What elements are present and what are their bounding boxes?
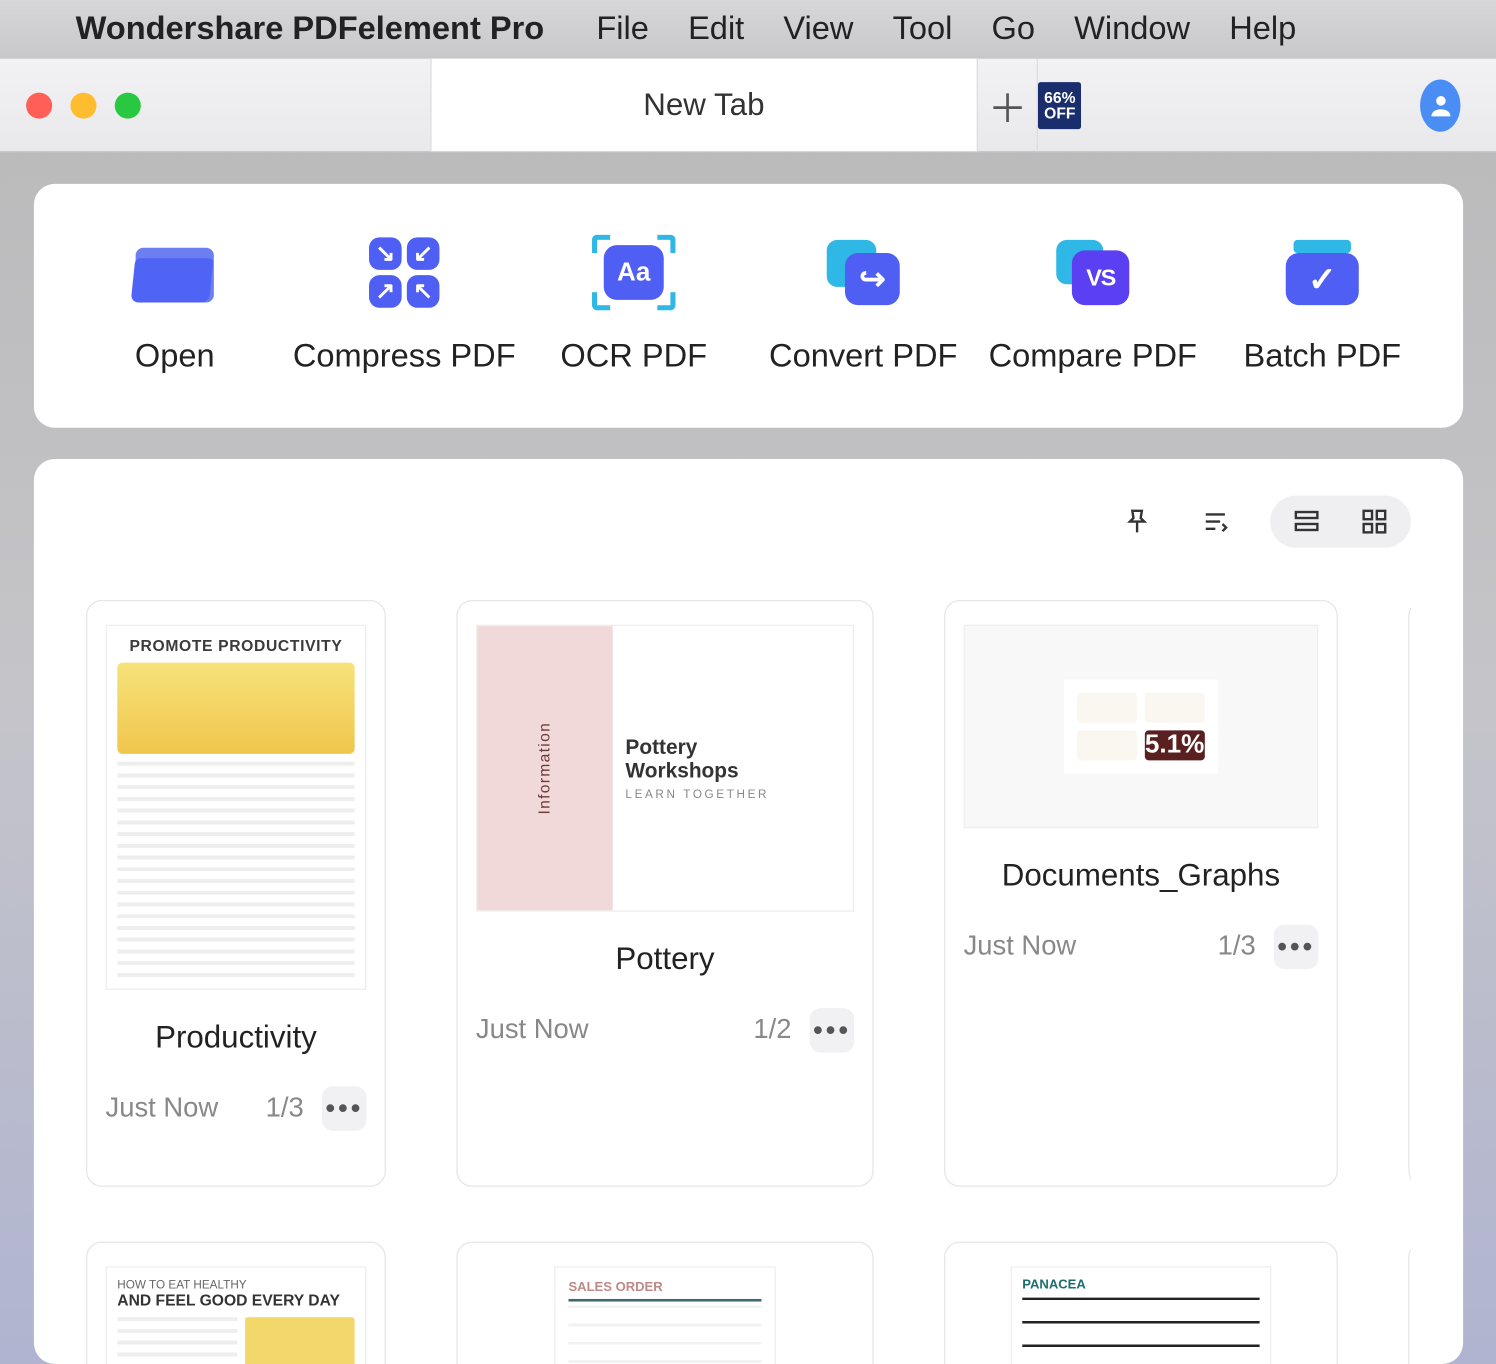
action-ocr[interactable]: Aa OCR PDF xyxy=(519,236,749,376)
action-compress[interactable]: ↘↙↗↖ Compress PDF xyxy=(289,236,519,376)
document-card[interactable]: PROMOTE PRODUCTIVITY productivity Modern… xyxy=(1408,600,1411,1187)
list-view-icon xyxy=(1292,507,1321,536)
document-card[interactable]: HOW TO EAT HEALTHY AND FEEL GOOD EVERY D… xyxy=(86,1241,386,1364)
promo-badge[interactable]: 66% OFF xyxy=(1039,82,1081,129)
promo-line1: 66% xyxy=(1044,89,1075,105)
batch-icon: ✓ xyxy=(1283,236,1361,309)
action-batch[interactable]: ✓ Batch PDF xyxy=(1208,236,1438,376)
compare-icon: VS xyxy=(1054,236,1132,309)
grid-view-icon xyxy=(1360,507,1389,536)
action-convert-label: Convert PDF xyxy=(769,338,957,376)
document-meta: Just Now 1/3 ••• xyxy=(964,925,1319,969)
document-thumbnail: HOW TO EAT HEALTHY AND FEEL GOOD EVERY D… xyxy=(106,1266,367,1364)
thumb-title2: Workshops xyxy=(625,760,839,783)
thumb-sub: LEARN TOGETHER xyxy=(625,787,839,800)
macos-menubar: Wondershare PDFelement Pro File Edit Vie… xyxy=(0,0,1496,59)
tab-label: New Tab xyxy=(643,87,764,124)
action-compare-label: Compare PDF xyxy=(989,338,1197,376)
documents-grid: PROMOTE PRODUCTIVITY Productivity Just N… xyxy=(86,600,1411,1364)
document-pages: 1/3 xyxy=(266,1093,304,1124)
menu-go[interactable]: Go xyxy=(992,10,1036,48)
document-thumbnail: 5.1% xyxy=(964,625,1319,828)
quick-actions-panel: Open ↘↙↗↖ Compress PDF Aa OCR PDF ↪ Conv… xyxy=(34,184,1463,428)
sort-icon xyxy=(1201,507,1230,536)
menu-file[interactable]: File xyxy=(596,10,649,48)
document-pages: 1/3 xyxy=(1218,931,1256,962)
convert-icon: ↪ xyxy=(824,236,902,309)
sort-button[interactable] xyxy=(1192,498,1239,545)
document-card[interactable]: PROMOTE PRODUCTIVITY Productivity Just N… xyxy=(86,600,386,1187)
pin-button[interactable] xyxy=(1114,498,1161,545)
view-toggle xyxy=(1270,496,1411,548)
user-icon xyxy=(1426,91,1455,120)
compress-icon: ↘↙↗↖ xyxy=(365,236,443,309)
minimize-window-button[interactable] xyxy=(70,92,96,118)
document-thumbnail: PROMOTE PRODUCTIVITY xyxy=(106,625,367,990)
menu-help[interactable]: Help xyxy=(1229,10,1296,48)
thumb-title1: Pottery xyxy=(625,736,839,759)
action-compress-label: Compress PDF xyxy=(293,338,516,376)
view-grid-button[interactable] xyxy=(1343,501,1406,543)
document-title: Productivity xyxy=(155,1018,317,1062)
thumb-heading: PROMOTE PRODUCTIVITY xyxy=(130,636,343,654)
document-more-button[interactable]: ••• xyxy=(810,1008,854,1052)
document-time: Just Now xyxy=(106,1093,219,1124)
document-card[interactable]: irs-form-w4 xyxy=(1408,1241,1411,1364)
pin-icon xyxy=(1123,507,1152,536)
document-card[interactable]: SALES ORDER sales-order-template-1 xyxy=(456,1241,873,1364)
document-time: Just Now xyxy=(964,931,1077,962)
thumb-badge: 5.1% xyxy=(1145,730,1204,760)
document-card[interactable]: PANACEA Sample Form xyxy=(944,1241,1338,1364)
action-convert[interactable]: ↪ Convert PDF xyxy=(748,236,978,376)
thumb-side-text: Information xyxy=(536,722,554,815)
document-thumbnail: Information Pottery Workshops LEARN TOGE… xyxy=(476,625,854,912)
user-avatar-button[interactable] xyxy=(1420,79,1460,131)
app-name: Wondershare PDFelement Pro xyxy=(76,10,545,48)
document-thumbnail: PANACEA xyxy=(1011,1266,1272,1364)
document-more-button[interactable]: ••• xyxy=(1274,925,1318,969)
document-card[interactable]: 5.1% Documents_Graphs Just Now 1/3 ••• xyxy=(944,600,1338,1187)
thumb-heading: PANACEA xyxy=(1022,1278,1259,1292)
thumb-sub2: AND FEEL GOOD EVERY DAY xyxy=(117,1291,354,1309)
menu-window[interactable]: Window xyxy=(1074,10,1190,48)
add-tab-button[interactable]: ＋ xyxy=(978,59,1039,152)
action-compare[interactable]: VS Compare PDF xyxy=(978,236,1208,376)
thumb-heading: SALES ORDER xyxy=(569,1281,762,1295)
document-card[interactable]: Information Pottery Workshops LEARN TOGE… xyxy=(456,600,873,1187)
document-title: Documents_Graphs xyxy=(1002,857,1280,901)
thumb-sub1: HOW TO EAT HEALTHY xyxy=(117,1278,354,1291)
document-more-button[interactable]: ••• xyxy=(322,1086,366,1130)
menu-edit[interactable]: Edit xyxy=(688,10,744,48)
action-open-label: Open xyxy=(135,338,215,376)
window-tabbar: New Tab ＋ 66% OFF xyxy=(0,59,1496,153)
document-thumbnail: SALES ORDER xyxy=(554,1266,776,1364)
document-meta: Just Now 1/3 ••• xyxy=(106,1086,367,1130)
recent-documents-panel: PROMOTE PRODUCTIVITY Productivity Just N… xyxy=(34,459,1463,1364)
action-open[interactable]: Open xyxy=(60,236,290,376)
menu-tool[interactable]: Tool xyxy=(893,10,953,48)
promo-line2: OFF xyxy=(1044,105,1075,121)
recent-toolbar xyxy=(86,496,1411,548)
action-batch-label: Batch PDF xyxy=(1243,338,1401,376)
action-ocr-label: OCR PDF xyxy=(560,338,707,376)
menu-view[interactable]: View xyxy=(783,10,853,48)
tab-new-tab[interactable]: New Tab xyxy=(430,59,978,152)
document-title: Pottery xyxy=(615,940,714,984)
document-meta: Just Now 1/2 ••• xyxy=(476,1008,854,1052)
document-time: Just Now xyxy=(476,1015,589,1046)
folder-open-icon xyxy=(136,236,214,309)
document-pages: 1/2 xyxy=(753,1015,791,1046)
fullscreen-window-button[interactable] xyxy=(115,92,141,118)
window-controls xyxy=(0,92,430,118)
close-window-button[interactable] xyxy=(26,92,52,118)
view-list-button[interactable] xyxy=(1275,501,1338,543)
ocr-icon: Aa xyxy=(595,236,673,309)
